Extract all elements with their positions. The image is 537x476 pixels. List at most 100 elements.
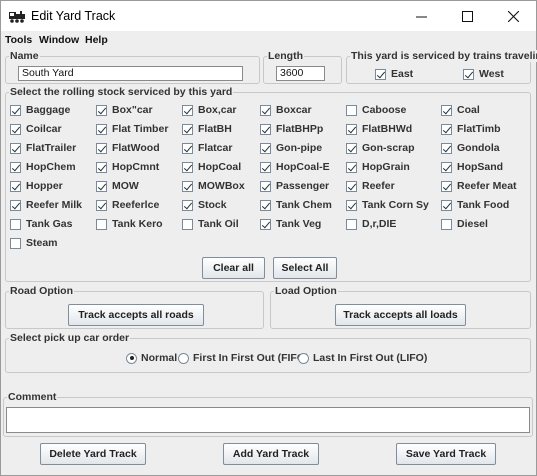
car-type-checkbox-gon-scrap[interactable]: Gon-scrap: [346, 142, 415, 154]
checkbox-label: Diesel: [457, 218, 488, 230]
radio-dot: [126, 352, 137, 364]
checkbox-box: [96, 161, 107, 173]
lifo-radio[interactable]: Last In First Out (LIFO): [298, 352, 427, 364]
checkbox-label: Reefer: [362, 180, 395, 192]
car-type-checkbox-hopcoal[interactable]: HopCoal: [182, 161, 241, 173]
checkbox-box: [375, 68, 386, 80]
car-type-checkbox-hopper[interactable]: Hopper: [10, 180, 63, 192]
checkbox-label: Flatcar: [198, 142, 233, 154]
checkbox-box: [441, 199, 452, 211]
car-type-checkbox-hopsand[interactable]: HopSand: [441, 161, 503, 173]
car-type-checkbox-gondola[interactable]: Gondola: [441, 142, 500, 154]
checkbox-label: HopChem: [26, 161, 76, 173]
car-type-checkbox-stock[interactable]: Stock: [182, 199, 227, 211]
car-type-checkbox-flattrailer[interactable]: FlatTrailer: [10, 142, 76, 154]
checkbox-label: Reeferlce: [112, 199, 160, 211]
car-type-checkbox-tank-corn-sy[interactable]: Tank Corn Sy: [346, 199, 429, 211]
length-field[interactable]: 3600: [276, 66, 325, 81]
save-yard-track-button[interactable]: Save Yard Track: [396, 443, 496, 465]
checkbox-label: FlatWood: [112, 142, 160, 154]
close-icon: [507, 10, 519, 22]
rolling-stock-panel: Select the rolling stock serviced by thi…: [5, 86, 531, 282]
checkbox-box: [10, 161, 21, 173]
car-type-checkbox-boxcar[interactable]: Boxcar: [260, 104, 312, 116]
car-type-checkbox-caboose[interactable]: Caboose: [346, 104, 406, 116]
checkbox-label: FlatTimb: [457, 123, 501, 135]
load-option-label: Load Option: [274, 285, 338, 297]
car-type-checkbox-hopcoal-e[interactable]: HopCoal-E: [260, 161, 330, 173]
car-type-checkbox-flatwood[interactable]: FlatWood: [96, 142, 160, 154]
car-type-checkbox-tank-oil[interactable]: Tank Oil: [182, 218, 239, 230]
checkbox-box: [441, 142, 452, 154]
car-type-checkbox-d-r-die[interactable]: D,r,DIE: [346, 218, 396, 230]
west-checkbox[interactable]: West: [463, 68, 504, 80]
menu-help[interactable]: Help: [85, 34, 108, 46]
checkbox-box: [260, 199, 271, 211]
comment-textarea[interactable]: [6, 407, 530, 433]
car-type-checkbox-mow[interactable]: MOW: [96, 180, 139, 192]
minimize-button[interactable]: [398, 1, 444, 31]
direction-label: This yard is serviced by trains travelin…: [350, 50, 537, 62]
close-button[interactable]: [490, 1, 536, 31]
road-option-panel: Road Option Track accepts all roads: [5, 285, 264, 329]
pickup-order-panel: Select pick up car order Normal First In…: [5, 332, 531, 373]
car-type-checkbox-reefer-meat[interactable]: Reefer Meat: [441, 180, 517, 192]
car-type-checkbox-tank-gas[interactable]: Tank Gas: [10, 218, 73, 230]
radio-dot: [178, 352, 189, 364]
car-type-checkbox-flatcar[interactable]: Flatcar: [182, 142, 232, 154]
checkbox-label: Hopper: [26, 180, 63, 192]
car-type-checkbox-flatbhpp[interactable]: FlatBHPp: [260, 123, 323, 135]
car-type-checkbox-flat-timber[interactable]: Flat Timber: [96, 123, 168, 135]
car-type-checkbox-baggage[interactable]: Baggage: [10, 104, 70, 116]
car-type-checkbox-steam[interactable]: Steam: [10, 237, 58, 249]
checkbox-box: [96, 142, 107, 154]
east-checkbox[interactable]: East: [375, 68, 413, 80]
car-type-checkbox-tank-chem[interactable]: Tank Chem: [260, 199, 332, 211]
checkbox-label: Baggage: [26, 104, 71, 116]
car-type-checkbox-tank-kero[interactable]: Tank Kero: [96, 218, 163, 230]
car-type-checkbox-hopchem[interactable]: HopChem: [10, 161, 76, 173]
checkbox-label: Tank Oil: [198, 218, 239, 230]
normal-radio[interactable]: Normal: [126, 352, 177, 364]
edit-yard-track-window: Edit Yard Track Tools Window Help Name S…: [0, 0, 537, 476]
car-type-checkbox-coal[interactable]: Coal: [441, 104, 480, 116]
menu-tools[interactable]: Tools: [5, 34, 32, 46]
maximize-icon: [461, 10, 473, 22]
car-type-checkbox-flatbhwd[interactable]: FlatBHWd: [346, 123, 412, 135]
car-type-checkbox-reefer-milk[interactable]: Reefer Milk: [10, 199, 82, 211]
checkbox-label: West: [479, 68, 504, 80]
checkbox-box: [346, 123, 357, 135]
car-type-checkbox-flatbh[interactable]: FlatBH: [182, 123, 232, 135]
car-type-checkbox-reeferlce[interactable]: Reeferlce: [96, 199, 159, 211]
car-type-checkbox-hopgrain[interactable]: HopGrain: [346, 161, 410, 173]
car-type-checkbox-reefer[interactable]: Reefer: [346, 180, 395, 192]
checkbox-label: Gondola: [457, 142, 500, 154]
checkbox-label: Steam: [26, 237, 58, 249]
load-option-button[interactable]: Track accepts all loads: [335, 304, 466, 326]
car-type-checkbox-passenger[interactable]: Passenger: [260, 180, 329, 192]
add-yard-track-button[interactable]: Add Yard Track: [223, 443, 319, 465]
car-type-checkbox-mowbox[interactable]: MOWBox: [182, 180, 245, 192]
checkbox-box: [346, 218, 357, 230]
delete-yard-track-button[interactable]: Delete Yard Track: [40, 443, 146, 465]
checkbox-box: [182, 123, 193, 135]
car-type-checkbox-tank-food[interactable]: Tank Food: [441, 199, 509, 211]
car-type-checkbox-coilcar[interactable]: Coilcar: [10, 123, 62, 135]
maximize-button[interactable]: [444, 1, 490, 31]
car-type-checkbox-hopcmnt[interactable]: HopCmnt: [96, 161, 159, 173]
checkbox-box: [10, 123, 21, 135]
locomotive-icon: [9, 11, 25, 23]
fifo-radio[interactable]: First In First Out (FIFO): [178, 352, 309, 364]
car-type-checkbox-box-car[interactable]: Box"car: [96, 104, 153, 116]
car-type-checkbox-flattimb[interactable]: FlatTimb: [441, 123, 501, 135]
car-type-checkbox-box-car[interactable]: Box,car: [182, 104, 237, 116]
car-type-checkbox-tank-veg[interactable]: Tank Veg: [260, 218, 321, 230]
name-field[interactable]: South Yard: [18, 66, 243, 81]
car-type-checkbox-gon-pipe[interactable]: Gon-pipe: [260, 142, 322, 154]
road-option-button[interactable]: Track accepts all roads: [68, 304, 204, 326]
checkbox-label: Coal: [457, 104, 480, 116]
car-type-checkbox-diesel[interactable]: Diesel: [441, 218, 488, 230]
menu-window[interactable]: Window: [39, 34, 79, 46]
select-all-button[interactable]: Select All: [273, 257, 337, 279]
clear-all-button[interactable]: Clear all: [202, 257, 265, 279]
